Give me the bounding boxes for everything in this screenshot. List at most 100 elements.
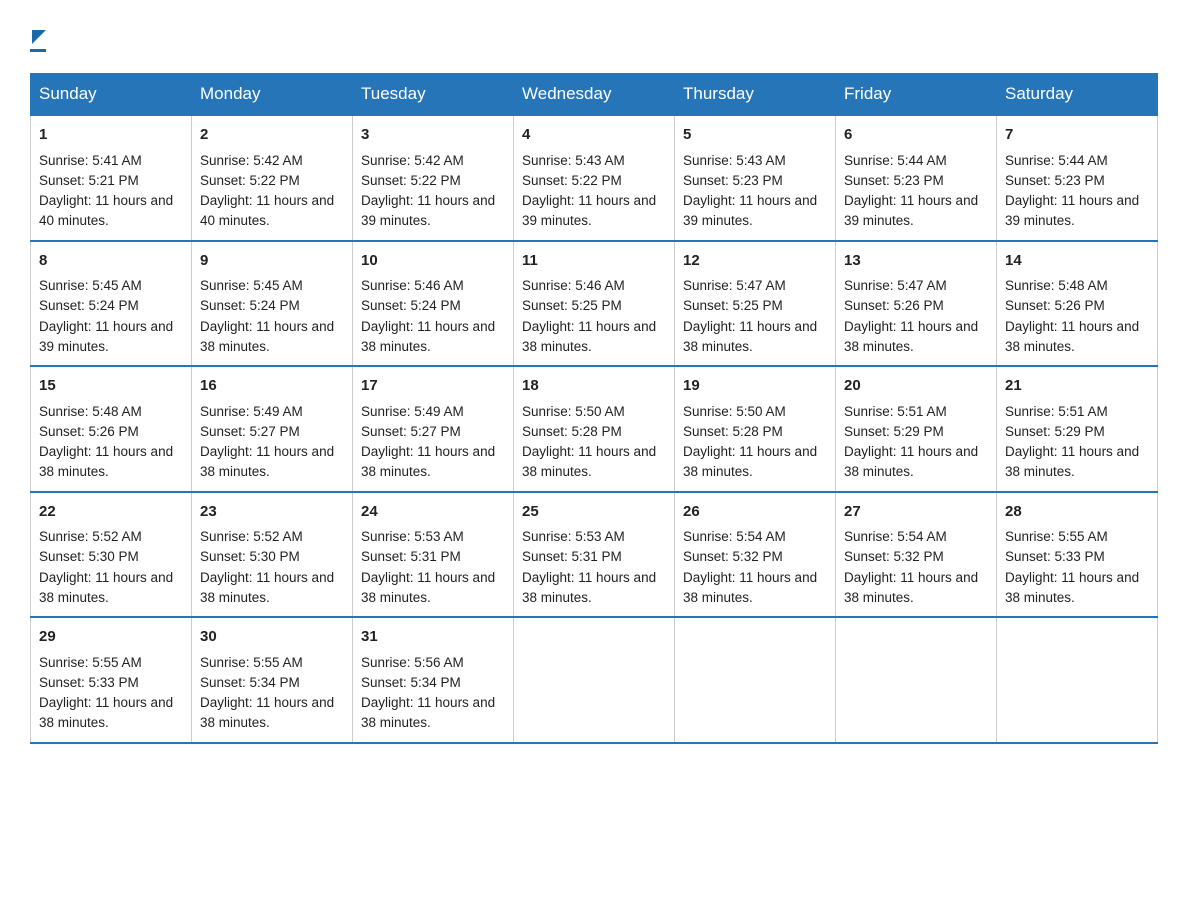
calendar-day-cell: 26Sunrise: 5:54 AMSunset: 5:32 PMDayligh… (675, 492, 836, 618)
day-number: 11 (522, 250, 666, 273)
sunset-info: Sunset: 5:30 PM (200, 549, 300, 564)
day-number: 3 (361, 124, 505, 147)
sunrise-info: Sunrise: 5:43 AM (522, 153, 625, 168)
sunrise-info: Sunrise: 5:41 AM (39, 153, 142, 168)
calendar-day-cell (836, 617, 997, 743)
sunset-info: Sunset: 5:30 PM (39, 549, 139, 564)
day-number: 20 (844, 375, 988, 398)
day-number: 1 (39, 124, 183, 147)
day-number: 21 (1005, 375, 1149, 398)
day-number: 19 (683, 375, 827, 398)
sunset-info: Sunset: 5:34 PM (361, 675, 461, 690)
daylight-info: Daylight: 11 hours and 40 minutes. (39, 193, 173, 228)
daylight-info: Daylight: 11 hours and 38 minutes. (683, 570, 817, 605)
day-number: 13 (844, 250, 988, 273)
calendar-day-cell (675, 617, 836, 743)
day-number: 7 (1005, 124, 1149, 147)
sunset-info: Sunset: 5:27 PM (200, 424, 300, 439)
daylight-info: Daylight: 11 hours and 39 minutes. (361, 193, 495, 228)
calendar-day-cell: 13Sunrise: 5:47 AMSunset: 5:26 PMDayligh… (836, 241, 997, 367)
sunrise-info: Sunrise: 5:50 AM (683, 404, 786, 419)
sunrise-info: Sunrise: 5:54 AM (683, 529, 786, 544)
calendar-day-cell: 20Sunrise: 5:51 AMSunset: 5:29 PMDayligh… (836, 366, 997, 492)
logo (30, 30, 46, 53)
daylight-info: Daylight: 11 hours and 38 minutes. (844, 319, 978, 354)
calendar-day-cell: 2Sunrise: 5:42 AMSunset: 5:22 PMDaylight… (192, 115, 353, 241)
day-number: 18 (522, 375, 666, 398)
day-of-week-header: Friday (836, 74, 997, 116)
calendar-day-cell: 14Sunrise: 5:48 AMSunset: 5:26 PMDayligh… (997, 241, 1158, 367)
sunset-info: Sunset: 5:26 PM (1005, 298, 1105, 313)
sunrise-info: Sunrise: 5:53 AM (522, 529, 625, 544)
daylight-info: Daylight: 11 hours and 39 minutes. (39, 319, 173, 354)
day-number: 31 (361, 626, 505, 649)
day-of-week-header: Tuesday (353, 74, 514, 116)
sunrise-info: Sunrise: 5:48 AM (1005, 278, 1108, 293)
daylight-info: Daylight: 11 hours and 39 minutes. (683, 193, 817, 228)
calendar-day-cell: 18Sunrise: 5:50 AMSunset: 5:28 PMDayligh… (514, 366, 675, 492)
daylight-info: Daylight: 11 hours and 38 minutes. (200, 444, 334, 479)
sunset-info: Sunset: 5:22 PM (200, 173, 300, 188)
sunset-info: Sunset: 5:22 PM (361, 173, 461, 188)
day-of-week-header: Monday (192, 74, 353, 116)
day-number: 6 (844, 124, 988, 147)
day-number: 24 (361, 501, 505, 524)
daylight-info: Daylight: 11 hours and 38 minutes. (39, 444, 173, 479)
page-header (30, 30, 1158, 53)
daylight-info: Daylight: 11 hours and 38 minutes. (1005, 319, 1139, 354)
sunset-info: Sunset: 5:29 PM (1005, 424, 1105, 439)
sunset-info: Sunset: 5:27 PM (361, 424, 461, 439)
calendar-day-cell (514, 617, 675, 743)
day-of-week-header: Sunday (31, 74, 192, 116)
sunset-info: Sunset: 5:24 PM (361, 298, 461, 313)
sunrise-info: Sunrise: 5:51 AM (1005, 404, 1108, 419)
sunrise-info: Sunrise: 5:53 AM (361, 529, 464, 544)
calendar-day-cell: 24Sunrise: 5:53 AMSunset: 5:31 PMDayligh… (353, 492, 514, 618)
day-number: 23 (200, 501, 344, 524)
calendar-week-row: 29Sunrise: 5:55 AMSunset: 5:33 PMDayligh… (31, 617, 1158, 743)
sunset-info: Sunset: 5:24 PM (200, 298, 300, 313)
calendar-header-row: SundayMondayTuesdayWednesdayThursdayFrid… (31, 74, 1158, 116)
day-number: 9 (200, 250, 344, 273)
calendar-day-cell: 28Sunrise: 5:55 AMSunset: 5:33 PMDayligh… (997, 492, 1158, 618)
sunset-info: Sunset: 5:21 PM (39, 173, 139, 188)
daylight-info: Daylight: 11 hours and 40 minutes. (200, 193, 334, 228)
calendar-day-cell: 6Sunrise: 5:44 AMSunset: 5:23 PMDaylight… (836, 115, 997, 241)
calendar-table: SundayMondayTuesdayWednesdayThursdayFrid… (30, 73, 1158, 744)
calendar-day-cell: 11Sunrise: 5:46 AMSunset: 5:25 PMDayligh… (514, 241, 675, 367)
day-number: 28 (1005, 501, 1149, 524)
day-number: 30 (200, 626, 344, 649)
sunset-info: Sunset: 5:23 PM (683, 173, 783, 188)
calendar-day-cell: 10Sunrise: 5:46 AMSunset: 5:24 PMDayligh… (353, 241, 514, 367)
day-number: 8 (39, 250, 183, 273)
day-number: 16 (200, 375, 344, 398)
sunrise-info: Sunrise: 5:42 AM (361, 153, 464, 168)
sunrise-info: Sunrise: 5:55 AM (200, 655, 303, 670)
sunset-info: Sunset: 5:24 PM (39, 298, 139, 313)
sunset-info: Sunset: 5:22 PM (522, 173, 622, 188)
sunset-info: Sunset: 5:28 PM (522, 424, 622, 439)
calendar-day-cell: 31Sunrise: 5:56 AMSunset: 5:34 PMDayligh… (353, 617, 514, 743)
sunset-info: Sunset: 5:26 PM (39, 424, 139, 439)
calendar-day-cell: 19Sunrise: 5:50 AMSunset: 5:28 PMDayligh… (675, 366, 836, 492)
calendar-day-cell: 25Sunrise: 5:53 AMSunset: 5:31 PMDayligh… (514, 492, 675, 618)
daylight-info: Daylight: 11 hours and 38 minutes. (200, 570, 334, 605)
daylight-info: Daylight: 11 hours and 38 minutes. (200, 319, 334, 354)
calendar-day-cell: 7Sunrise: 5:44 AMSunset: 5:23 PMDaylight… (997, 115, 1158, 241)
sunset-info: Sunset: 5:29 PM (844, 424, 944, 439)
sunset-info: Sunset: 5:34 PM (200, 675, 300, 690)
daylight-info: Daylight: 11 hours and 39 minutes. (522, 193, 656, 228)
sunset-info: Sunset: 5:25 PM (522, 298, 622, 313)
sunset-info: Sunset: 5:32 PM (844, 549, 944, 564)
daylight-info: Daylight: 11 hours and 38 minutes. (361, 695, 495, 730)
day-number: 15 (39, 375, 183, 398)
day-number: 29 (39, 626, 183, 649)
sunrise-info: Sunrise: 5:45 AM (39, 278, 142, 293)
sunrise-info: Sunrise: 5:47 AM (844, 278, 947, 293)
day-number: 25 (522, 501, 666, 524)
sunrise-info: Sunrise: 5:50 AM (522, 404, 625, 419)
day-of-week-header: Thursday (675, 74, 836, 116)
daylight-info: Daylight: 11 hours and 38 minutes. (683, 319, 817, 354)
daylight-info: Daylight: 11 hours and 39 minutes. (844, 193, 978, 228)
sunrise-info: Sunrise: 5:46 AM (522, 278, 625, 293)
